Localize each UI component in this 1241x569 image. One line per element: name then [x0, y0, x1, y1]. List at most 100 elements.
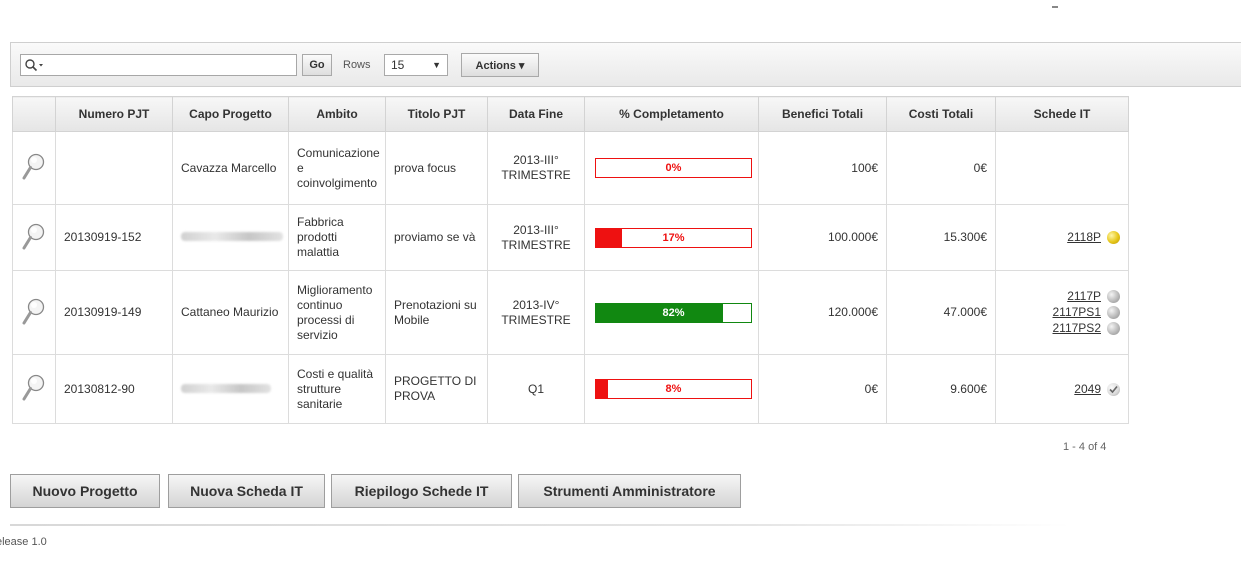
col-header-costi[interactable]: Costi Totali	[886, 96, 996, 132]
capo-cell	[172, 354, 289, 424]
titolo-cell: proviamo se và	[385, 204, 488, 271]
pagination-info: 1 - 4 of 4	[1063, 441, 1107, 453]
completamento-cell: 0%	[584, 131, 759, 205]
status-grey-icon	[1107, 306, 1120, 319]
benefici-cell: 0€	[758, 354, 887, 424]
numero-cell	[55, 131, 173, 205]
data-fine-cell: 2013-III° TRIMESTRE	[487, 204, 585, 271]
capo-progetto-text: Cattaneo Maurizio	[181, 305, 279, 319]
data-fine-text: Q1	[527, 381, 544, 396]
scheda-link[interactable]: 2117PS1	[1053, 305, 1102, 320]
top-mark	[1052, 6, 1058, 8]
benefici-text: 120.000€	[827, 305, 878, 319]
actions-button[interactable]: Actions ▾	[461, 53, 539, 77]
titolo-cell: PROGETTO DI PROVA	[385, 354, 488, 424]
data-fine-cell: 2013-III° TRIMESTRE	[487, 131, 585, 205]
col-header-capo[interactable]: Capo Progetto	[172, 96, 289, 132]
scheda-item: 2117PS2	[1004, 321, 1120, 336]
capo-cell: Cavazza Marcello	[172, 131, 289, 205]
col-header-numero[interactable]: Numero PJT	[55, 96, 173, 132]
data-fine-text: 2013-IV° TRIMESTRE	[501, 297, 571, 327]
numero-pjt-text: 20130812-90	[64, 381, 135, 396]
table-row: Cavazza Marcello Comunicazione e coinvolg…	[12, 131, 1129, 205]
scheda-link[interactable]: 2049	[1074, 382, 1101, 397]
progress-label: 17%	[662, 231, 685, 244]
costi-cell: 47.000€	[886, 270, 996, 355]
col-header-benefici[interactable]: Benefici Totali	[758, 96, 887, 132]
view-cell	[12, 131, 56, 205]
scheda-link[interactable]: 2117PS2	[1053, 321, 1102, 336]
progress-label: 82%	[662, 306, 685, 319]
projects-table: Numero PJT Capo Progetto Ambito Titolo P…	[12, 96, 1129, 424]
strumenti-amministratore-button[interactable]: Strumenti Amministratore	[518, 474, 741, 508]
capo-cell: Cattaneo Maurizio	[172, 270, 289, 355]
scheda-link[interactable]: 2117P	[1067, 289, 1101, 304]
benefici-cell: 100€	[758, 131, 887, 205]
benefici-text: 0€	[864, 381, 878, 396]
table-row: 20130919-152 Fabbrica prodotti malattia pr…	[12, 204, 1129, 271]
table-header-row: Numero PJT Capo Progetto Ambito Titolo P…	[12, 96, 1129, 132]
ambito-cell: Miglioramento continuo processi di servi…	[288, 270, 386, 355]
progress-bar: 0%	[595, 158, 752, 178]
benefici-cell: 120.000€	[758, 270, 887, 355]
costi-cell: 0€	[886, 131, 996, 205]
progress-bar: 82%	[595, 302, 752, 323]
data-fine-text: 2013-III° TRIMESTRE	[501, 222, 571, 252]
search-input[interactable]	[51, 56, 295, 74]
rows-select[interactable]: 15 ▼	[384, 54, 448, 76]
costi-text: 15.300€	[943, 230, 987, 244]
numero-pjt-text: 20130919-149	[64, 305, 142, 319]
schede-cell	[995, 131, 1129, 205]
rows-select-value: 15	[391, 58, 405, 72]
view-cell	[12, 270, 56, 355]
col-header-titolo[interactable]: Titolo PJT	[385, 96, 488, 132]
magnifier-icon[interactable]	[21, 373, 47, 407]
magnifier-icon[interactable]	[21, 222, 47, 256]
footer-separator	[10, 524, 1070, 526]
nuova-scheda-button[interactable]: Nuova Scheda IT	[168, 474, 325, 508]
magnifier-icon[interactable]	[21, 297, 47, 331]
table-row: 20130812-90 Costi e qualità strutture san…	[12, 354, 1129, 424]
col-header-schede[interactable]: Schede IT	[995, 96, 1129, 132]
scheda-item: 2117PS1	[1004, 305, 1120, 320]
costi-text: 47.000€	[943, 305, 987, 319]
status-grey-icon	[1107, 322, 1120, 335]
redacted-name	[181, 383, 271, 393]
titolo-cell: prova focus	[385, 131, 488, 205]
titolo-text: Prenotazioni su Mobile	[394, 297, 477, 327]
costi-cell: 9.600€	[886, 354, 996, 424]
col-header-data-fine[interactable]: Data Fine	[487, 96, 585, 132]
numero-cell: 20130919-152	[55, 204, 173, 271]
search-icon[interactable]	[21, 55, 49, 75]
schede-cell: 2117P 2117PS1 2117PS2	[995, 270, 1129, 355]
capo-progetto-text: Cavazza Marcello	[181, 160, 277, 175]
numero-pjt-text: 20130919-152	[64, 230, 142, 244]
capo-cell	[172, 204, 289, 271]
view-cell	[12, 204, 56, 271]
scheda-link[interactable]: 2118P	[1067, 230, 1101, 245]
titolo-cell: Prenotazioni su Mobile	[385, 270, 488, 355]
status-check-icon	[1107, 382, 1120, 396]
search-box[interactable]	[20, 54, 297, 76]
titolo-text: proviamo se và	[394, 230, 476, 244]
progress-bar: 17%	[595, 227, 752, 248]
ambito-text: Comunicazione e coinvolgimento	[297, 145, 380, 190]
ambito-text: Costi e qualità strutture sanitarie	[297, 366, 374, 411]
go-button[interactable]: Go	[302, 54, 332, 76]
col-header-ambito[interactable]: Ambito	[288, 96, 386, 132]
scheda-item: 2117P	[1004, 289, 1120, 304]
status-yellow-icon	[1107, 231, 1120, 244]
scheda-item: 2118P	[1004, 230, 1120, 245]
rows-label: Rows	[343, 59, 371, 71]
costi-text: 9.600€	[950, 381, 987, 396]
redacted-name	[181, 232, 283, 241]
col-header-completamento[interactable]: % Completamento	[584, 96, 759, 132]
magnifier-icon[interactable]	[21, 152, 47, 186]
titolo-text: prova focus	[394, 160, 457, 175]
status-grey-icon	[1107, 290, 1120, 303]
data-fine-cell: 2013-IV° TRIMESTRE	[487, 270, 585, 355]
nuovo-progetto-button[interactable]: Nuovo Progetto	[10, 474, 160, 508]
costi-text: 0€	[973, 160, 987, 175]
riepilogo-schede-button[interactable]: Riepilogo Schede IT	[331, 474, 512, 508]
chevron-down-icon: ▼	[432, 60, 441, 70]
